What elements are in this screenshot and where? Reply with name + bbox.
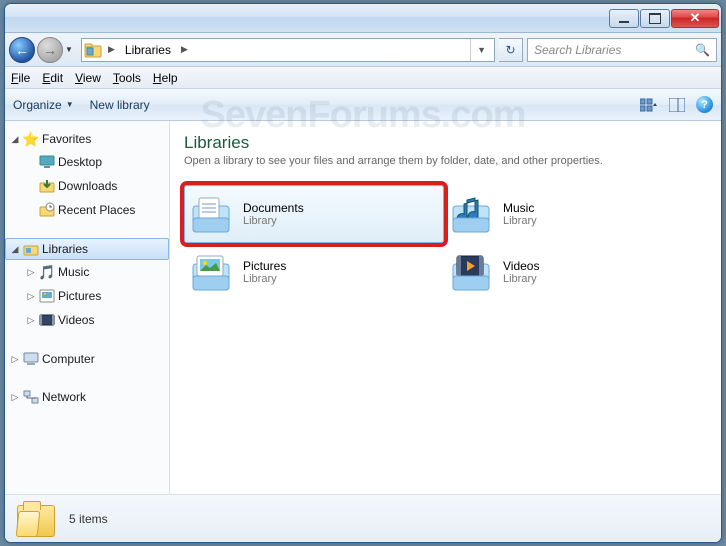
minimize-button[interactable]	[609, 9, 639, 28]
menu-file[interactable]: File	[11, 71, 30, 85]
body: ◢ ⭐ Favorites Desktop Downl	[5, 121, 721, 494]
library-pictures[interactable]: Pictures Library	[184, 243, 444, 301]
view-mode-button[interactable]	[640, 97, 658, 113]
library-type: Library	[503, 215, 537, 227]
close-button[interactable]	[671, 9, 719, 28]
history-dropdown[interactable]: ▼	[65, 45, 77, 54]
pictures-icon	[39, 288, 55, 304]
sidebar-videos[interactable]: ▷ Videos	[21, 309, 169, 331]
status-text: 5 items	[69, 512, 108, 526]
search-input[interactable]: Search Libraries 🔍	[527, 38, 717, 62]
music-icon	[449, 192, 493, 236]
nav-sidebar: ◢ ⭐ Favorites Desktop Downl	[5, 121, 170, 494]
sidebar-libraries[interactable]: ◢ Libraries	[5, 238, 169, 260]
menu-view[interactable]: View	[75, 71, 101, 85]
expand-icon[interactable]: ▷	[10, 392, 20, 403]
page-subtitle: Open a library to see your files and arr…	[184, 155, 707, 167]
network-icon	[23, 389, 39, 405]
music-icon: 🎵	[39, 264, 55, 280]
library-grid: Documents Library Music Library	[184, 185, 707, 301]
expand-icon[interactable]: ▷	[10, 354, 20, 365]
sidebar-music[interactable]: ▷ 🎵 Music	[21, 261, 169, 283]
library-name: Pictures	[243, 259, 286, 273]
videos-icon	[39, 312, 55, 328]
organize-label: Organize	[13, 98, 62, 112]
menu-tools[interactable]: Tools	[113, 71, 141, 85]
sidebar-recent[interactable]: Recent Places	[21, 199, 169, 221]
desktop-icon	[39, 154, 55, 170]
status-bar: 5 items	[5, 494, 721, 542]
library-documents[interactable]: Documents Library	[184, 185, 444, 243]
sidebar-label: Recent Places	[58, 203, 135, 217]
titlebar	[5, 4, 721, 33]
maximize-button[interactable]	[640, 9, 670, 28]
sidebar-label: Downloads	[58, 179, 117, 193]
new-library-button[interactable]: New library	[90, 98, 150, 112]
library-type: Library	[243, 215, 304, 227]
sidebar-computer[interactable]: ▷ Computer	[5, 348, 169, 370]
library-type: Library	[503, 273, 539, 285]
computer-icon	[23, 351, 39, 367]
sidebar-desktop[interactable]: Desktop	[21, 151, 169, 173]
expand-icon[interactable]: ▷	[26, 267, 36, 278]
star-icon: ⭐	[23, 131, 39, 147]
back-button[interactable]: ←	[9, 37, 35, 63]
chevron-right-icon: ▶	[106, 44, 117, 55]
nav-bar: ← → ▼ ▶ Libraries ▶ ▼ ↻ Search Libraries…	[5, 33, 721, 67]
forward-button[interactable]: →	[37, 37, 63, 63]
collapse-icon[interactable]: ◢	[10, 134, 20, 145]
expand-icon[interactable]: ▷	[26, 315, 36, 326]
sidebar-label: Favorites	[42, 132, 91, 146]
collapse-icon[interactable]: ◢	[10, 244, 20, 255]
documents-icon	[189, 192, 233, 236]
videos-icon	[449, 250, 493, 294]
preview-pane-button[interactable]	[668, 97, 686, 113]
sidebar-favorites[interactable]: ◢ ⭐ Favorites	[5, 128, 169, 150]
sidebar-label: Libraries	[42, 242, 88, 256]
breadcrumb-libraries[interactable]: Libraries	[121, 43, 175, 57]
sidebar-downloads[interactable]: Downloads	[21, 175, 169, 197]
library-music[interactable]: Music Library	[444, 185, 704, 243]
search-icon: 🔍	[695, 43, 710, 57]
refresh-button[interactable]: ↻	[499, 38, 523, 62]
toolbar: Organize ▼ New library ?	[5, 89, 721, 121]
sidebar-label: Music	[58, 265, 89, 279]
sidebar-label: Desktop	[58, 155, 102, 169]
sidebar-label: Pictures	[58, 289, 101, 303]
libraries-icon	[84, 41, 102, 59]
downloads-icon	[39, 178, 55, 194]
sidebar-network[interactable]: ▷ Network	[5, 386, 169, 408]
library-name: Documents	[243, 201, 304, 215]
menu-help[interactable]: Help	[153, 71, 178, 85]
menu-bar: File Edit View Tools Help	[5, 67, 721, 89]
expand-icon[interactable]: ▷	[26, 291, 36, 302]
address-bar[interactable]: ▶ Libraries ▶ ▼	[81, 38, 495, 62]
library-type: Library	[243, 273, 286, 285]
chevron-down-icon: ▼	[66, 100, 74, 109]
sidebar-label: Computer	[42, 352, 95, 366]
pictures-icon	[189, 250, 233, 294]
explorer-window: SevenForums.com ← → ▼ ▶ Libraries ▶ ▼ ↻ …	[4, 3, 722, 543]
address-dropdown[interactable]: ▼	[470, 39, 492, 61]
library-name: Videos	[503, 259, 539, 273]
search-placeholder: Search Libraries	[534, 43, 621, 57]
recent-icon	[39, 202, 55, 218]
library-name: Music	[503, 201, 537, 215]
organize-button[interactable]: Organize ▼	[13, 98, 74, 112]
library-videos[interactable]: Videos Library	[444, 243, 704, 301]
content-pane: Libraries Open a library to see your fil…	[170, 121, 721, 494]
sidebar-label: Videos	[58, 313, 94, 327]
sidebar-pictures[interactable]: ▷ Pictures	[21, 285, 169, 307]
new-library-label: New library	[90, 98, 150, 112]
menu-edit[interactable]: Edit	[42, 71, 63, 85]
libraries-icon	[23, 241, 39, 257]
page-title: Libraries	[184, 133, 707, 153]
folder-icon	[15, 501, 57, 537]
help-button[interactable]: ?	[696, 96, 713, 113]
sidebar-label: Network	[42, 390, 86, 404]
chevron-right-icon[interactable]: ▶	[179, 44, 190, 55]
